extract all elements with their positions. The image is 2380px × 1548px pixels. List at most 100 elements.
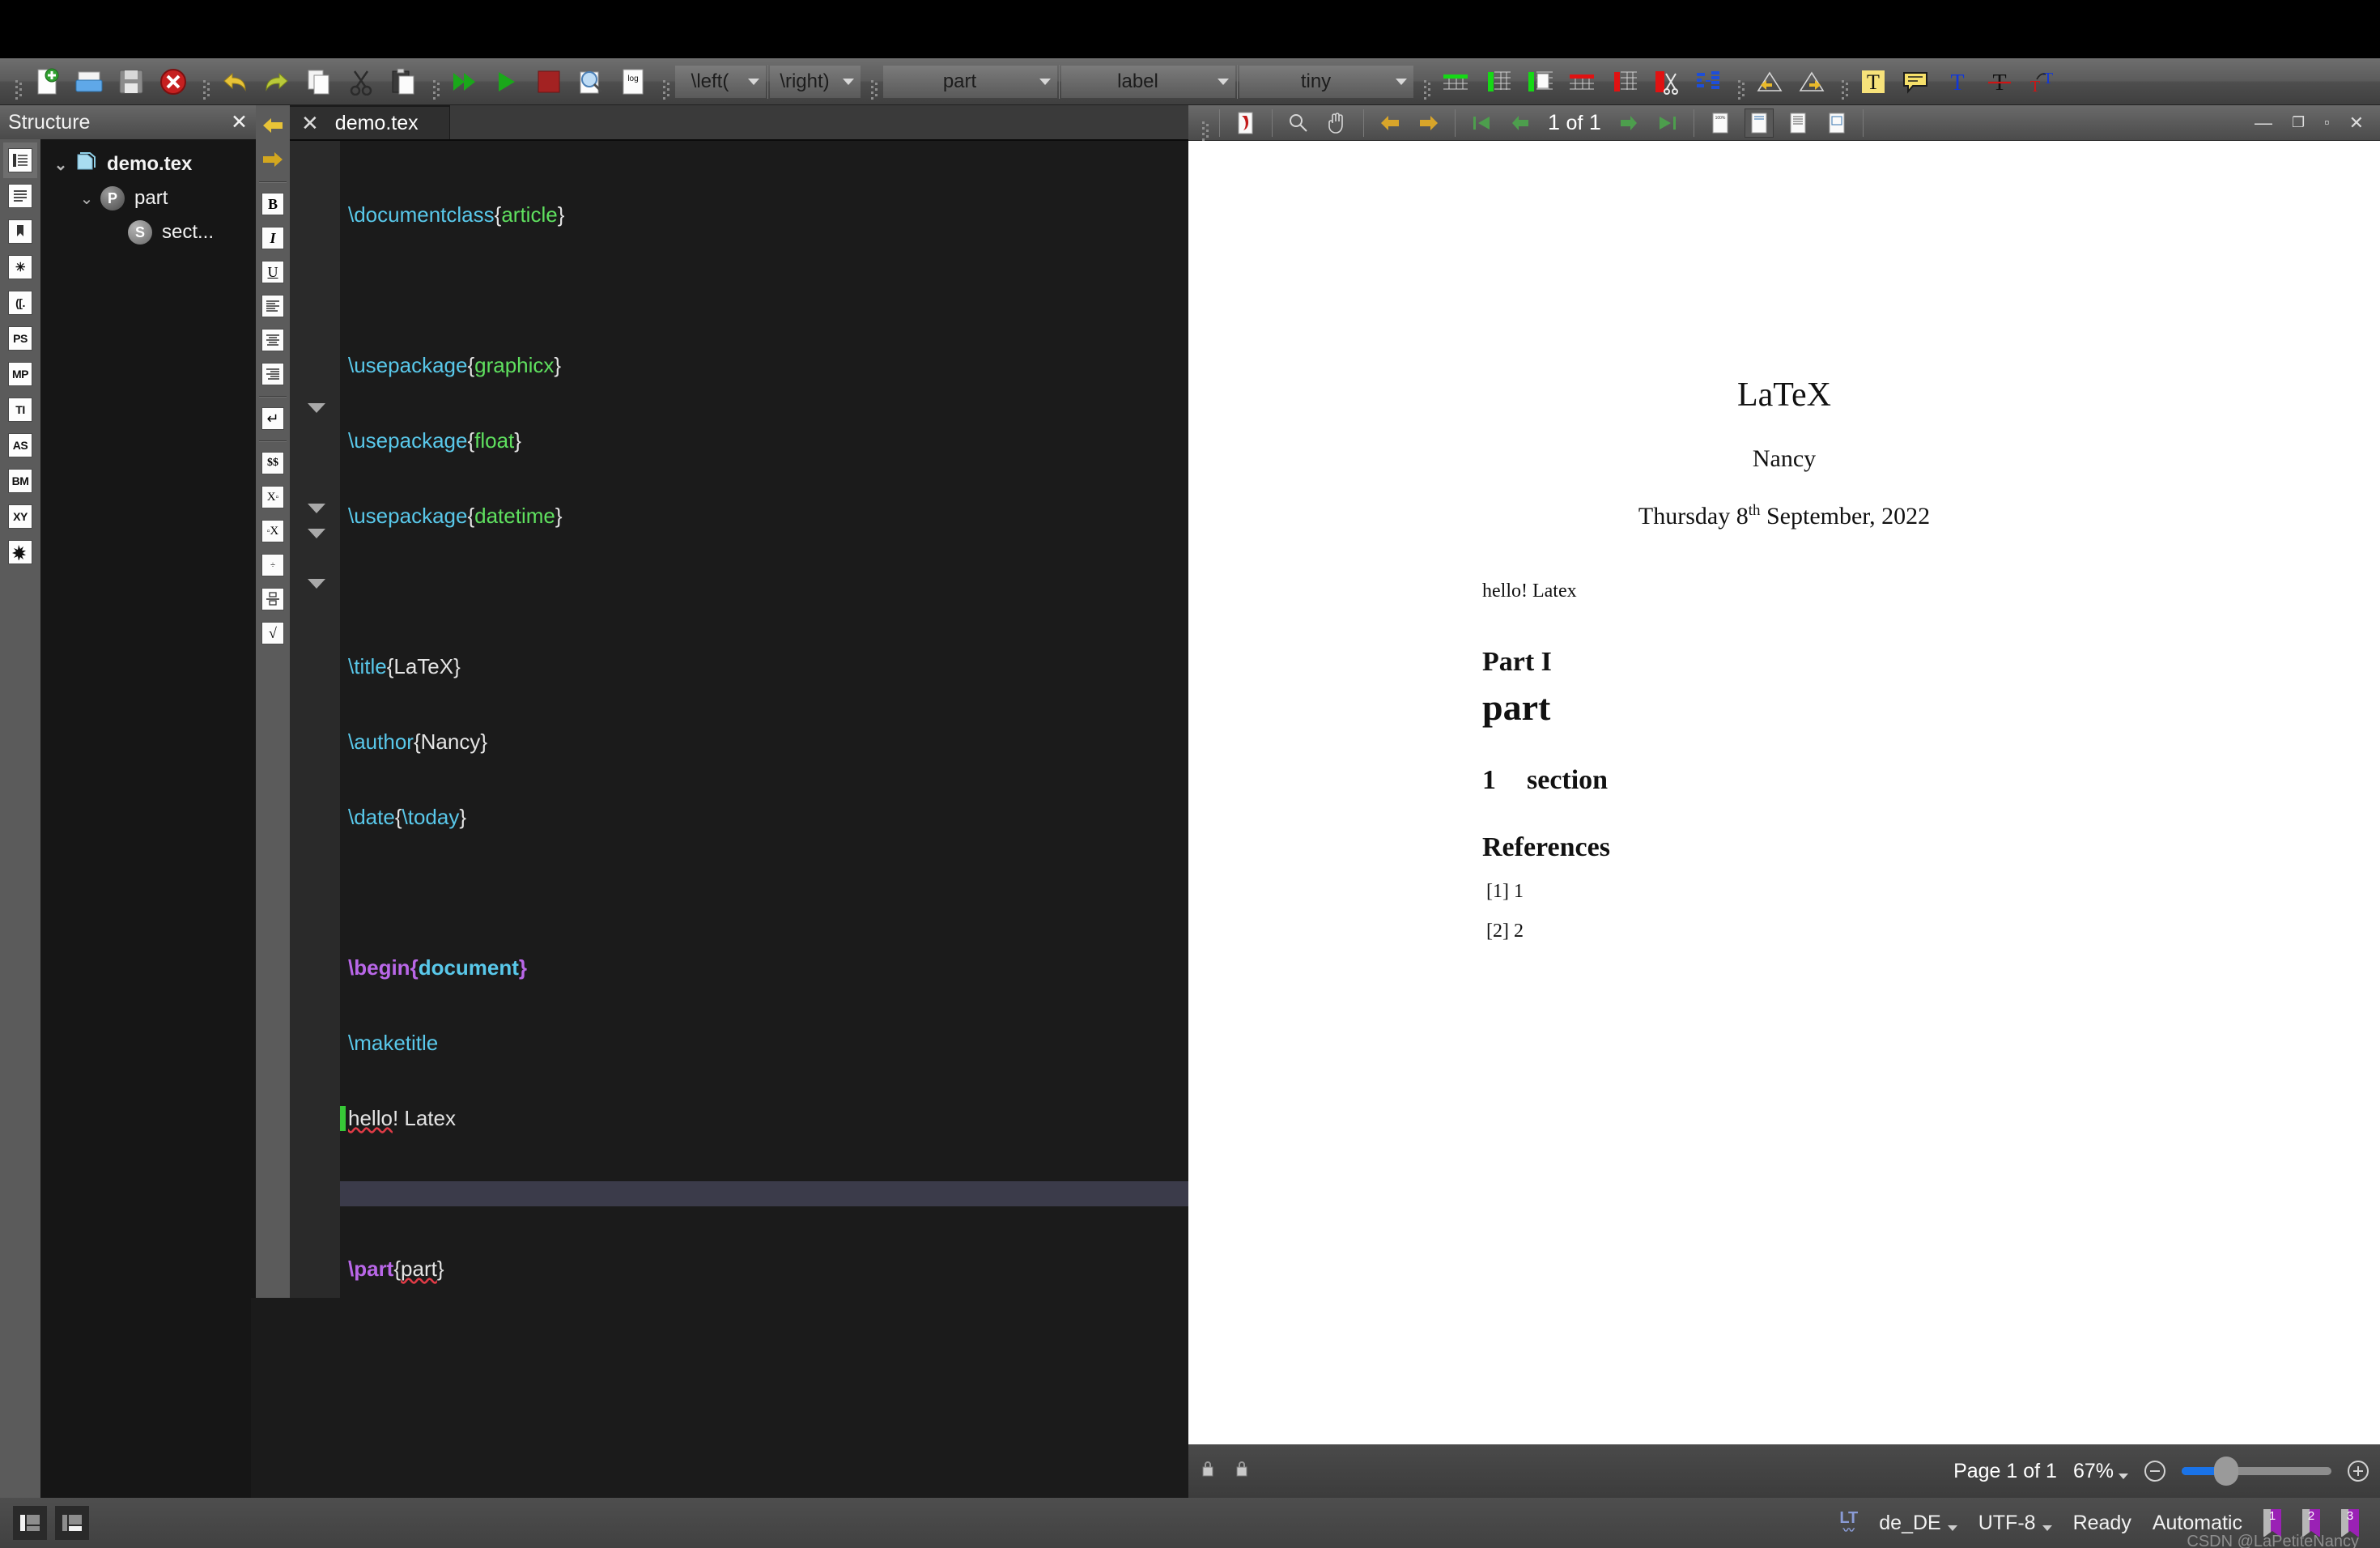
bold-button[interactable]: B: [257, 187, 289, 221]
right-delimiter-select[interactable]: \right): [770, 65, 861, 98]
toggle-left-panel-button[interactable]: [13, 1506, 47, 1540]
build-and-view-icon[interactable]: [448, 65, 482, 99]
tree-item-file[interactable]: ⌄ demo.tex: [40, 147, 256, 181]
previous-change-icon[interactable]: [1753, 65, 1787, 99]
highlight-text-icon[interactable]: T: [1856, 65, 1890, 99]
tree-item-part[interactable]: ⌄ P part: [40, 181, 256, 215]
sidebar-item-asy[interactable]: [3, 534, 37, 570]
fit-width-icon[interactable]: [1783, 108, 1813, 138]
sidebar-item-xy[interactable]: XY: [3, 499, 37, 534]
toggle-bottom-panel-button[interactable]: [55, 1506, 89, 1540]
sidebar-item-symbols-text[interactable]: [3, 178, 37, 214]
superscript-button[interactable]: ▫ X: [257, 514, 289, 548]
compile-icon[interactable]: [490, 65, 524, 99]
view-pdf-icon[interactable]: [574, 65, 608, 99]
toolbar-grip[interactable]: [11, 66, 22, 98]
sidebar-item-ps[interactable]: PS: [3, 321, 37, 356]
open-pdf-icon[interactable]: [1231, 108, 1260, 138]
code-text[interactable]: \documentclass{article} \usepackage{grap…: [340, 141, 1188, 1507]
editor-tab-demo-tex[interactable]: ✕ demo.tex: [290, 105, 450, 139]
new-file-icon[interactable]: [30, 65, 64, 99]
sidebar-item-bookmarks[interactable]: [3, 214, 37, 249]
stop-compile-icon[interactable]: [532, 65, 566, 99]
back-icon[interactable]: [1375, 108, 1405, 138]
frac-button[interactable]: [257, 582, 289, 616]
cut-icon[interactable]: [344, 65, 378, 99]
sidebar-item-mp[interactable]: MP: [3, 356, 37, 392]
insert-row-icon[interactable]: [1439, 65, 1473, 99]
language-select[interactable]: de_DE: [1879, 1512, 1957, 1535]
lock-source-icon[interactable]: [1200, 1458, 1216, 1485]
subscript-button[interactable]: X ▫: [257, 480, 289, 514]
code-area[interactable]: \documentclass{article} \usepackage{grap…: [290, 141, 1188, 1507]
fold-marker-section[interactable]: [308, 529, 325, 538]
code-line-current[interactable]: [340, 1181, 1188, 1206]
sqrt-button[interactable]: √: [257, 616, 289, 650]
align-right-button[interactable]: [257, 357, 289, 391]
view-log-icon[interactable]: log: [616, 65, 650, 99]
fit-text-width-icon[interactable]: [1822, 108, 1851, 138]
paste-column-icon[interactable]: [1523, 65, 1557, 99]
encoding-select[interactable]: UTF-8: [1978, 1512, 2052, 1535]
replace-text-icon[interactable]: T T: [2025, 65, 2059, 99]
close-icon[interactable]: ✕: [301, 111, 319, 136]
insert-text-icon[interactable]: T: [1940, 65, 1974, 99]
last-page-icon[interactable]: [1653, 108, 1682, 138]
maximize-icon[interactable]: ▫: [2324, 114, 2329, 131]
align-columns-icon[interactable]: [1691, 65, 1725, 99]
tree-item-section[interactable]: S sect...: [40, 215, 256, 249]
remove-column-icon[interactable]: [1607, 65, 1641, 99]
sidebar-item-delimiters[interactable]: ([.: [3, 285, 37, 321]
align-center-button[interactable]: [257, 323, 289, 357]
zoom-out-button[interactable]: [2144, 1461, 2165, 1482]
zoom-in-button[interactable]: [2348, 1461, 2369, 1482]
toolbar-grip-2[interactable]: [198, 66, 210, 98]
insert-column-icon[interactable]: [1481, 65, 1515, 99]
prev-page-icon[interactable]: [1506, 108, 1535, 138]
fold-marker-bibliography[interactable]: [308, 579, 325, 589]
fit-page-icon[interactable]: [1744, 108, 1774, 138]
italic-button[interactable]: I: [257, 221, 289, 255]
save-file-icon[interactable]: [114, 65, 148, 99]
next-change-icon[interactable]: [1795, 65, 1829, 99]
redo-icon[interactable]: [260, 65, 294, 99]
sidebar-item-symbols-star[interactable]: ✳: [3, 249, 37, 285]
pdf-toolbar-grip[interactable]: [1197, 107, 1209, 139]
first-page-icon[interactable]: [1467, 108, 1496, 138]
nav-back-button[interactable]: [257, 108, 289, 142]
open-file-icon[interactable]: [72, 65, 106, 99]
minimize-icon[interactable]: —: [2255, 113, 2272, 134]
restore-icon[interactable]: ❐: [2292, 114, 2305, 131]
toolbar-grip-6[interactable]: [1419, 66, 1430, 98]
sidebar-item-as[interactable]: AS: [3, 427, 37, 463]
chevron-down-icon[interactable]: ⌄: [47, 155, 74, 175]
zoom-slider[interactable]: [2182, 1457, 2331, 1486]
toolbar-grip-7[interactable]: [1733, 66, 1745, 98]
toolbar-grip-8[interactable]: [1837, 66, 1848, 98]
newline-button[interactable]: ↵: [257, 402, 289, 436]
magnify-icon[interactable]: [1284, 108, 1313, 138]
sectioning-select[interactable]: part: [883, 65, 1057, 98]
forward-icon[interactable]: [1414, 108, 1443, 138]
close-icon[interactable]: ✕: [2349, 113, 2364, 134]
display-math-button[interactable]: $$: [257, 446, 289, 480]
lock-pdf-icon[interactable]: [1234, 1458, 1250, 1485]
undo-icon[interactable]: [218, 65, 252, 99]
nav-forward-button[interactable]: [257, 142, 289, 176]
languagetool-icon[interactable]: LT 〰: [1839, 1510, 1858, 1536]
sidebar-item-ti[interactable]: TI: [3, 392, 37, 427]
sidebar-item-structure[interactable]: [3, 142, 37, 178]
hand-tool-icon[interactable]: [1323, 108, 1352, 138]
chevron-down-icon[interactable]: ⌄: [73, 189, 100, 209]
cut-column-icon[interactable]: [1649, 65, 1683, 99]
pdf-zoom-select[interactable]: 67%: [2073, 1460, 2128, 1483]
remove-row-icon[interactable]: [1565, 65, 1599, 99]
frac-small-button[interactable]: ÷: [257, 548, 289, 582]
left-delimiter-select[interactable]: \left(: [675, 65, 766, 98]
strikeout-text-icon[interactable]: T: [1983, 65, 2017, 99]
zoom-slider-handle[interactable]: [2214, 1457, 2238, 1486]
pdf-page[interactable]: LaTeX Nancy Thursday 8th September, 2022…: [1188, 141, 2380, 1444]
toolbar-grip-5[interactable]: [866, 66, 878, 98]
label-select[interactable]: label: [1061, 65, 1235, 98]
toolbar-grip-4[interactable]: [658, 66, 669, 98]
